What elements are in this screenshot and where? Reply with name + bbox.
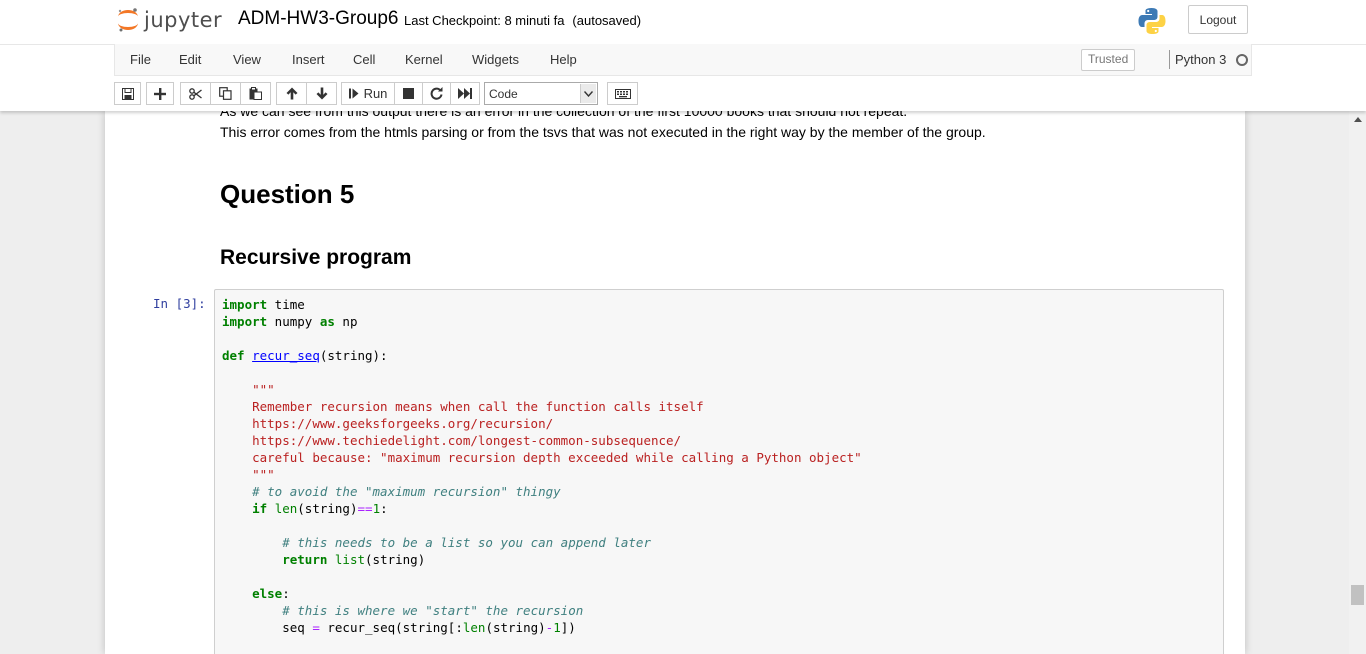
code-token: # this needs to be a list so you can app…	[282, 535, 651, 550]
code-token: (string)	[297, 501, 358, 516]
notebook-name[interactable]: ADM-HW3-Group6	[238, 8, 398, 30]
cell-type-select[interactable]: Code	[484, 82, 598, 105]
code-token: recur_seq	[252, 348, 320, 363]
code-token: import	[222, 297, 268, 312]
code-token: careful because: "maximum recursion dept…	[252, 450, 862, 465]
page-scrollbar[interactable]	[1349, 111, 1366, 654]
insert-cell-button[interactable]	[146, 82, 174, 105]
code-token: def	[222, 348, 245, 363]
scroll-up-arrow-icon[interactable]	[1349, 111, 1366, 128]
code-cell[interactable]: import time import numpy as np def recur…	[214, 289, 1224, 654]
code-token: numpy	[267, 314, 320, 329]
code-token: (string)	[365, 552, 426, 567]
menu-widgets[interactable]: Widgets	[472, 52, 519, 67]
header: jupyter ADM-HW3-Group6 Last Checkpoint: …	[0, 0, 1366, 111]
code-token: (string):	[319, 348, 388, 363]
command-palette-button[interactable]	[607, 82, 638, 105]
plus-icon	[154, 87, 166, 100]
code-token: else	[252, 586, 283, 601]
chevron-down-icon	[580, 84, 596, 103]
code-token: :	[282, 586, 290, 601]
checkpoint-label: Last Checkpoint: 8 minuti fa	[404, 13, 565, 28]
cell-type-value: Code	[489, 87, 518, 101]
copy-icon	[219, 87, 232, 100]
code-token: return	[282, 552, 328, 567]
notebook-panel: As we can see from this output there is …	[105, 111, 1245, 654]
trusted-indicator[interactable]: Trusted	[1081, 49, 1136, 71]
code-token: 1	[553, 620, 561, 635]
code-token: 1	[372, 501, 381, 516]
move-down-button[interactable]	[306, 82, 337, 105]
code-token: https://www.techiedelight.com/longest-co…	[252, 433, 682, 448]
menubar: File Edit View Insert Cell Kernel Widget…	[114, 44, 1252, 76]
jupyter-logo-text: jupyter	[144, 8, 223, 32]
paste-icon	[249, 87, 262, 100]
code-token: ])	[560, 620, 576, 635]
checkpoint-status: Last Checkpoint: 8 minuti fa (autosaved)	[404, 13, 641, 28]
menu-cell[interactable]: Cell	[353, 52, 375, 67]
code-token: =	[312, 620, 320, 635]
autosave-status: (autosaved)	[572, 13, 642, 28]
code-token: recur_seq(string[:	[319, 620, 463, 635]
code-token: len	[462, 620, 486, 635]
jupyter-logo-icon	[118, 8, 138, 32]
fast-forward-icon	[458, 88, 472, 99]
run-button[interactable]: Run	[341, 82, 395, 105]
jupyter-logo[interactable]: jupyter	[116, 5, 222, 35]
menu-view[interactable]: View	[233, 52, 261, 67]
code-token: (string)	[485, 620, 546, 635]
code-token: list	[334, 552, 366, 567]
kernel-idle-icon	[1236, 54, 1248, 66]
markdown-text: This error comes from the htmls parsing …	[220, 124, 986, 140]
keyboard-icon	[614, 88, 631, 99]
cut-icon	[189, 87, 202, 100]
header-top: jupyter ADM-HW3-Group6 Last Checkpoint: …	[0, 0, 1366, 45]
cut-button[interactable]	[180, 82, 211, 105]
code-token: # this is where we "start" the recursion	[282, 603, 584, 618]
markdown-text-partial: As we can see from this output there is …	[220, 111, 908, 119]
code-token: import	[222, 314, 268, 329]
restart-icon	[430, 87, 443, 100]
code-token: https://www.geeksforgeeks.org/recursion/	[252, 416, 554, 431]
cell-prompt: In [3]:	[153, 296, 206, 311]
menu-file[interactable]: File	[130, 52, 151, 67]
code-token: time	[267, 297, 305, 312]
menu-help[interactable]: Help	[550, 52, 577, 67]
code-token: """	[252, 382, 275, 397]
code-token: if	[252, 501, 268, 516]
kernel-name[interactable]: Python 3	[1175, 52, 1226, 67]
code-token: ==	[357, 501, 373, 516]
run-label: Run	[363, 86, 388, 101]
save-icon	[121, 87, 134, 100]
code-token: :	[380, 501, 388, 516]
run-icon	[348, 88, 359, 99]
code-editor[interactable]: import time import numpy as np def recur…	[222, 296, 862, 636]
code-token: # to avoid the "maximum recursion" thing…	[252, 484, 561, 499]
code-token: np	[334, 314, 358, 329]
arrow-down-icon	[316, 87, 327, 100]
paste-button[interactable]	[240, 82, 271, 105]
menu-insert[interactable]: Insert	[292, 52, 325, 67]
move-up-button[interactable]	[276, 82, 307, 105]
menu-edit[interactable]: Edit	[179, 52, 201, 67]
code-token: seq	[282, 620, 313, 635]
code-token: """	[252, 467, 275, 482]
heading-question-5: Question 5	[220, 179, 355, 209]
scrollbar-thumb[interactable]	[1351, 585, 1364, 605]
save-button[interactable]	[114, 82, 141, 105]
code-token: as	[319, 314, 335, 329]
arrow-up-icon	[286, 87, 297, 100]
run-all-button[interactable]	[450, 82, 480, 105]
logout-button[interactable]: Logout	[1188, 5, 1248, 34]
menu-kernel[interactable]: Kernel	[405, 52, 443, 67]
kernel-separator	[1169, 50, 1170, 69]
interrupt-button[interactable]	[394, 82, 423, 105]
python-logo-icon	[1137, 6, 1167, 41]
code-token: Remember recursion means when call the f…	[252, 399, 704, 414]
stop-icon	[403, 88, 414, 99]
code-token: len	[274, 501, 298, 516]
copy-button[interactable]	[210, 82, 241, 105]
restart-button[interactable]	[422, 82, 451, 105]
heading-recursive-program: Recursive program	[220, 246, 412, 269]
